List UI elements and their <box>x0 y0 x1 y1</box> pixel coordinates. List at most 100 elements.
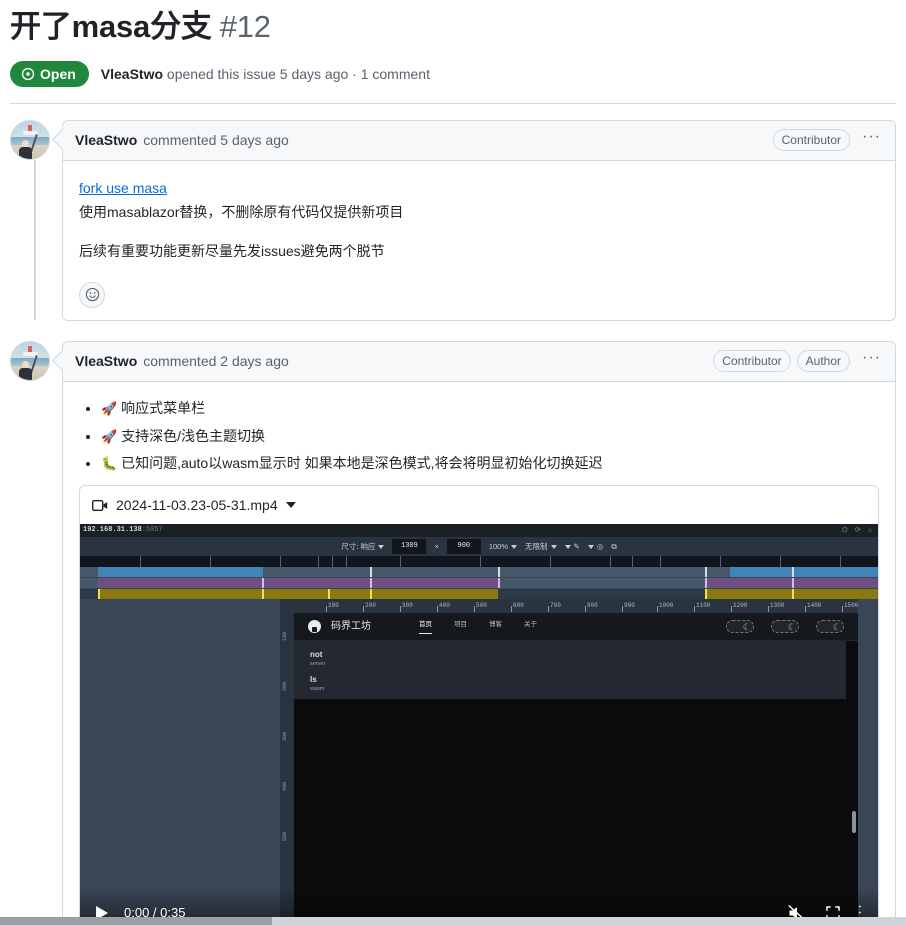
page-title: 开了masa分支 <box>10 9 212 44</box>
eye-icon: ◎ <box>596 541 604 551</box>
timeline-item: VleaStwo commented 5 days ago Contributo… <box>10 119 896 321</box>
chevron-down-icon <box>378 544 385 549</box>
site-theme-toggles <box>726 620 844 635</box>
avatar[interactable] <box>10 340 50 381</box>
issue-title-row: 开了masa分支 #12 <box>10 8 896 47</box>
reactions-bar <box>63 278 895 320</box>
timeline-row-blue <box>80 567 878 578</box>
extensions-icon: ⌬ <box>841 527 848 535</box>
devtools-timeline-bars <box>80 567 878 600</box>
comment-card: VleaStwo commented 2 days ago Contributo… <box>62 340 896 925</box>
chevron-down-icon <box>550 544 557 549</box>
issue-number: #12 <box>219 9 271 44</box>
devtools-left-gutter <box>80 599 280 925</box>
issue-opened-icon <box>21 67 35 80</box>
comment-body: 🚀 响应式菜单栏 🚀 支持深色/浅色主题切换 🐛 已知问题,auto以wasm显… <box>63 382 895 925</box>
recorded-browser-icons: ⌬ ⟳ ⌂ <box>842 525 878 536</box>
video-camera-icon <box>92 499 108 511</box>
devtools-responsive-toolbar: 尺寸: 响应 1309 × 900 100% 无限制 ✎ ◎ ⧉ <box>80 537 878 557</box>
fork-link[interactable]: fork use masa <box>79 180 167 196</box>
site-nav-links: 首页 项目 博客 关于 <box>419 620 537 635</box>
rocket-icon: 🚀 <box>101 428 118 444</box>
site-nav-item-projects: 项目 <box>454 620 467 628</box>
smiley-icon[interactable] <box>79 281 105 308</box>
dark-mode-toggle <box>726 620 754 635</box>
chevron-down-icon[interactable] <box>285 502 296 509</box>
site-navbar: 码界工坊 首页 项目 博客 关于 <box>294 613 858 642</box>
page-horizontal-scrollbar[interactable] <box>0 917 906 925</box>
issue-meta-author[interactable]: VleaStwo <box>101 66 163 82</box>
list-item-label: 响应式菜单栏 <box>121 399 206 416</box>
comment-paragraph-1: 使用masablazor替换，不删除原有代码仅提供新项目 <box>79 204 404 221</box>
comment-menu-button[interactable]: ··· <box>856 129 883 148</box>
bug-icon: 🐛 <box>101 456 118 472</box>
status-badge[interactable]: Open <box>10 60 89 87</box>
timeline-item: VleaStwo commented 2 days ago Contributo… <box>10 340 896 925</box>
recorded-browser-urlbar: 192.168.31.138:5057 ⌬ ⟳ ⌂ <box>80 524 878 538</box>
hero-line-1-small: server <box>310 661 326 668</box>
list-item-label: 已知问题,auto以wasm显示时 如果本地是深色模式,将会将明显初始化切换延迟 <box>121 455 603 472</box>
site-hero-card: not server Is wasm <box>294 641 846 700</box>
issue-meta-row: Open VleaStwo opened this issue 5 days a… <box>10 60 896 103</box>
refresh-icon: ⟳ <box>854 527 861 535</box>
recorded-url: 192.168.31.138:5057 <box>80 525 163 536</box>
issue-header: 开了masa分支 #12 Open VleaStwo opened this i… <box>0 0 906 103</box>
home-icon: ⌂ <box>867 527 872 535</box>
edit-pencil-icon: ✎ <box>573 541 580 551</box>
feature-list: 🚀 响应式菜单栏 🚀 支持深色/浅色主题切换 🐛 已知问题,auto以wasm显… <box>79 398 879 475</box>
comment-menu-button[interactable]: ··· <box>856 350 883 369</box>
devtools-top-ruler <box>80 556 878 568</box>
timeline-connector <box>34 159 36 320</box>
device-size-label: 尺寸: 响应 <box>341 541 376 551</box>
viewport-height-input: 900 <box>446 539 481 555</box>
list-item: 🚀 响应式菜单栏 <box>101 398 879 420</box>
zoom-label: 100% <box>488 541 509 551</box>
list-item: 🐛 已知问题,auto以wasm显示时 如果本地是深色模式,将会将明显初始化切换… <box>101 453 879 475</box>
recorded-site-viewport: 100 200 300 400 500 码界工坊 首页 项目 博客 关于 ☾ ☾… <box>280 613 858 925</box>
viewport-width-input: 1309 <box>392 539 427 555</box>
throttle-label: 无限制 <box>525 541 548 551</box>
avatar[interactable] <box>10 119 50 160</box>
comment-timeline: VleaStwo commented 5 days ago Contributo… <box>0 104 906 925</box>
issue-meta-detail: opened this issue 5 days ago · 1 comment <box>163 65 430 82</box>
video-player[interactable]: 192.168.31.138:5057 ⌬ ⟳ ⌂ 尺寸: 响应 1309 × … <box>80 524 878 925</box>
multiply-symbol: × <box>434 541 439 551</box>
smiley-glyph <box>85 288 99 302</box>
throttle-select: 无限制 <box>525 541 557 553</box>
site-main-content: not server Is wasm <box>294 641 858 925</box>
comment-header: VleaStwo commented 5 days ago Contributo… <box>63 120 895 161</box>
video-filename[interactable]: 2024-11-03.23-05-31.mp4 <box>116 494 278 516</box>
orientation-group: ✎ <box>564 541 580 553</box>
site-nav-item-home: 首页 <box>419 620 432 635</box>
chevron-down-icon <box>511 544 518 549</box>
zoom-select: 100% <box>488 541 518 553</box>
role-badge-contributor: Contributor <box>713 350 791 373</box>
site-scrollbar-thumb <box>852 811 856 834</box>
comment-header: VleaStwo commented 2 days ago Contributo… <box>63 341 895 382</box>
recorded-url-host: 192.168.31.138 <box>83 526 142 535</box>
scrollbar-thumb[interactable] <box>0 917 272 925</box>
dark-mode-toggle <box>771 620 799 635</box>
role-badge-author: Author <box>796 350 851 373</box>
recorded-url-port: :5057 <box>141 526 163 535</box>
video-filename-bar: 2024-11-03.23-05-31.mp4 <box>80 485 878 525</box>
chevron-down-icon <box>587 544 594 549</box>
comment-author[interactable]: VleaStwo <box>75 353 137 369</box>
comment-author[interactable]: VleaStwo <box>75 132 137 148</box>
device-size-select: 尺寸: 响应 <box>341 541 385 553</box>
list-item-label: 支持深色/浅色主题切换 <box>121 427 265 444</box>
site-nav-item-about: 关于 <box>524 620 537 628</box>
comment-link-paragraph: fork use masa <box>79 177 879 199</box>
list-item: 🚀 支持深色/浅色主题切换 <box>101 426 879 448</box>
comment-timestamp: commented 5 days ago <box>143 132 289 149</box>
status-badge-label: Open <box>40 65 76 82</box>
devtools-right-gutter <box>858 599 878 925</box>
dark-mode-toggle <box>816 620 844 635</box>
dock-icon: ⧉ <box>611 541 617 551</box>
vision-group: ◎ <box>587 541 604 553</box>
comment-timestamp: commented 2 days ago <box>143 353 289 370</box>
comment-body: fork use masa 使用masablazor替换，不删除原有代码仅提供新… <box>63 161 895 278</box>
timeline-row-yellow <box>80 589 878 600</box>
site-nav-item-blog: 博客 <box>489 620 502 628</box>
chevron-down-icon <box>564 544 571 549</box>
